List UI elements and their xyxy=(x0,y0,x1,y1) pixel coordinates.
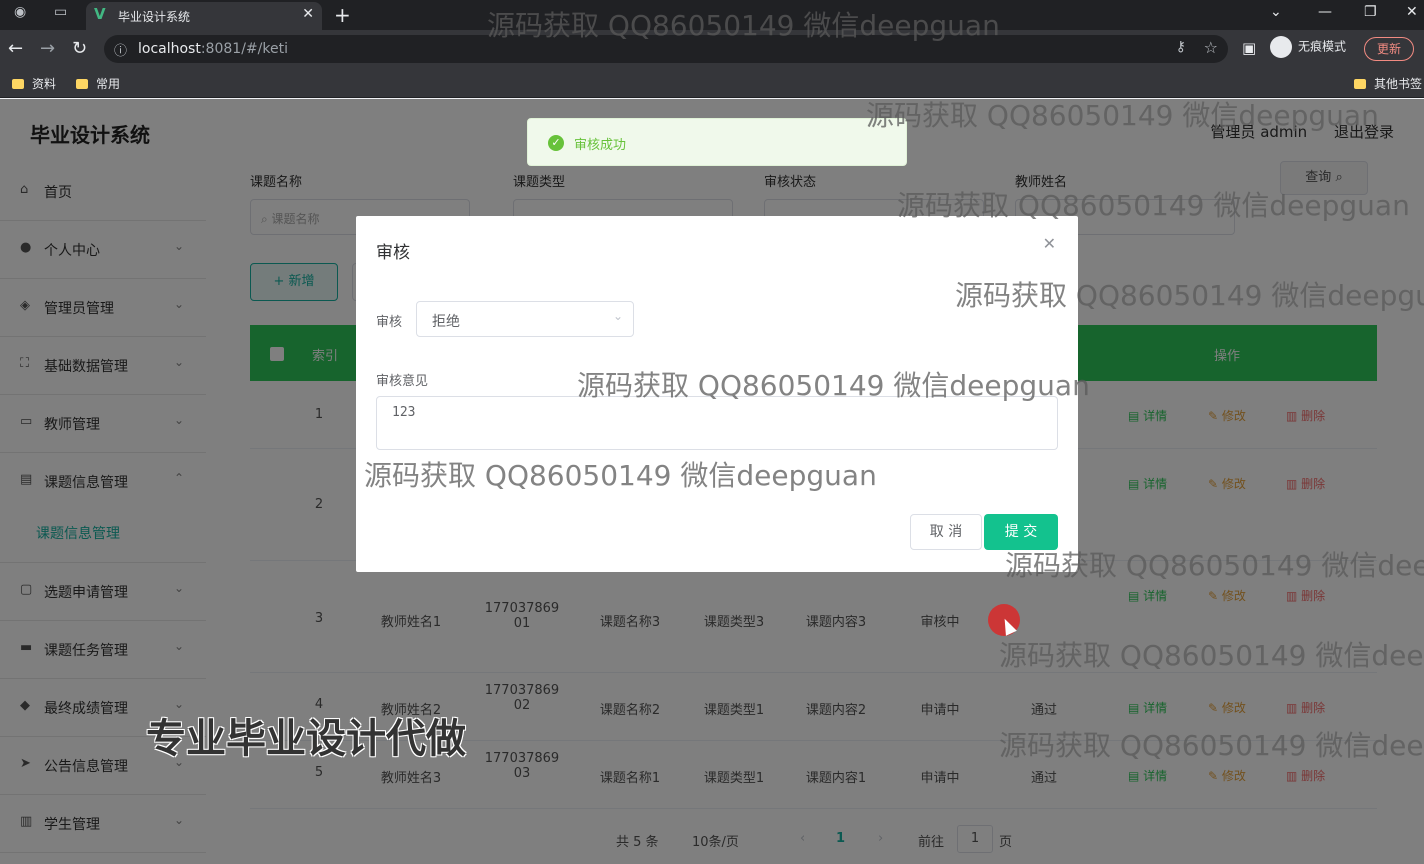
dialog-title: 审核 xyxy=(376,243,410,263)
chevron-down-icon: ⌄ xyxy=(612,309,623,323)
sidebar-toggle-icon[interactable]: ▣ xyxy=(1242,39,1256,57)
folder-icon xyxy=(12,79,24,89)
folder-icon xyxy=(1354,79,1366,89)
tab-close-icon[interactable]: ✕ xyxy=(302,6,314,22)
bookmark-folder-changyong[interactable]: 常用 xyxy=(76,75,120,92)
browser-menu-icon[interactable]: ◉ xyxy=(14,4,26,20)
incognito-icon xyxy=(1270,36,1292,58)
update-button[interactable]: 更新 xyxy=(1364,37,1414,61)
vue-logo-icon: V xyxy=(94,5,106,23)
incognito-label: 无痕模式 xyxy=(1298,39,1347,54)
watermark-text: 源码获取 QQ86050149 微信deepguan xyxy=(999,729,1424,762)
bookmark-folder-ziliao[interactable]: 资料 xyxy=(12,75,56,92)
reload-icon[interactable]: ↻ xyxy=(72,38,87,59)
check-circle-icon: ✓ xyxy=(548,135,564,151)
tab-title: 毕业设计系统 xyxy=(118,10,191,24)
watermark-text: 源码获取 QQ86050149 微信deepguan xyxy=(897,189,1410,222)
url-path: :8081/#/keti xyxy=(200,41,288,57)
folder-icon xyxy=(76,79,88,89)
back-icon[interactable]: ← xyxy=(8,38,23,59)
review-select[interactable]: 拒绝 ⌄ xyxy=(416,301,634,337)
watermark-text: 源码获取 QQ86050149 微信deepguan xyxy=(487,9,1000,42)
bookmark-label: 常用 xyxy=(96,77,121,91)
watermark-text: 源码获取 QQ86050149 微信deepguan xyxy=(999,639,1424,672)
site-info-icon[interactable]: ⓘ xyxy=(114,40,127,59)
bookmark-folder-other[interactable]: 其他书签 xyxy=(1354,75,1422,92)
tab-list-icon[interactable]: ▭ xyxy=(54,4,67,20)
watermark-text: 源码获取 QQ86050149 微信deepguan xyxy=(955,279,1424,312)
new-tab-icon[interactable]: + xyxy=(334,3,351,27)
url-host: localhost xyxy=(138,41,201,57)
key-icon[interactable]: ⚷ xyxy=(1176,39,1186,55)
incognito-indicator[interactable]: 无痕模式 xyxy=(1270,36,1346,58)
watermark-text: 源码获取 QQ86050149 微信deepguan xyxy=(866,99,1379,132)
browser-tab[interactable]: V 毕业设计系统 ✕ xyxy=(86,2,322,30)
restore-icon[interactable]: ❐ xyxy=(1364,4,1377,20)
opinion-label: 审核意见 xyxy=(376,374,429,389)
cancel-button[interactable]: 取 消 xyxy=(910,514,982,550)
bookmark-label: 其他书签 xyxy=(1374,77,1423,91)
bookmark-star-icon[interactable]: ☆ xyxy=(1204,38,1218,57)
watermark-text: 源码获取 QQ86050149 微信deepguan xyxy=(1005,549,1424,582)
window-close-icon[interactable]: ✕ xyxy=(1406,4,1418,20)
forward-icon[interactable]: → xyxy=(40,38,55,59)
watermark-text: 源码获取 QQ86050149 微信deepguan xyxy=(364,459,877,492)
success-toast: ✓ 审核成功 xyxy=(527,118,907,166)
close-icon[interactable]: ✕ xyxy=(1043,234,1056,253)
tab-search-icon[interactable]: ⌄ xyxy=(1270,4,1282,20)
review-select-value: 拒绝 xyxy=(432,314,460,330)
watermark-text: 源码获取 QQ86050149 微信deepguan xyxy=(577,369,1090,402)
review-label: 审核 xyxy=(376,315,403,330)
bookmark-label: 资料 xyxy=(32,77,57,91)
promo-overlay-text: 专业毕业设计代做 xyxy=(146,716,466,762)
opinion-textarea[interactable]: 123 xyxy=(376,396,1058,450)
minimize-icon[interactable]: — xyxy=(1318,4,1332,20)
toast-message: 审核成功 xyxy=(574,138,627,153)
